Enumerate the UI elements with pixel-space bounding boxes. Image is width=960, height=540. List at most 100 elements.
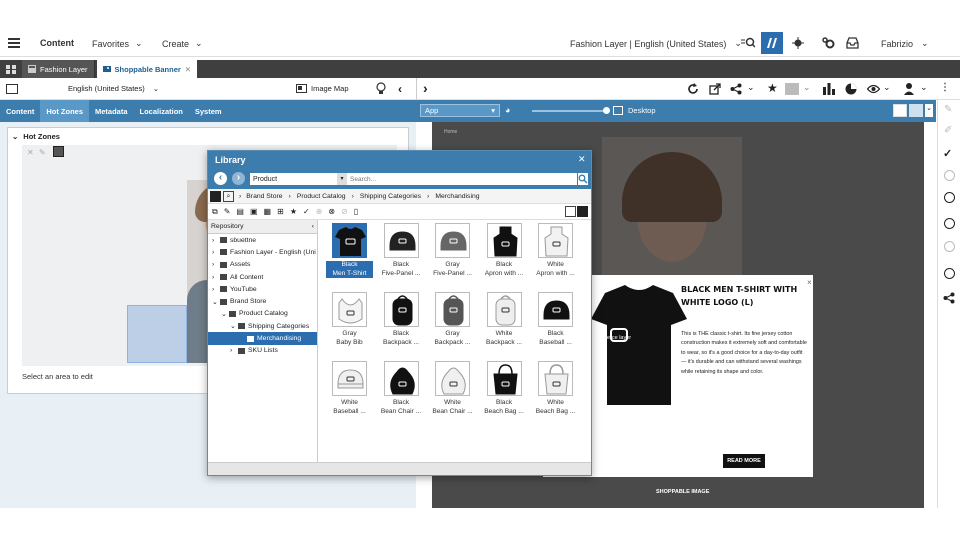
open-external-icon[interactable] xyxy=(709,83,721,95)
reload-icon[interactable] xyxy=(687,83,699,95)
draw-zone-icon[interactable] xyxy=(53,146,64,157)
image-placeholder-icon[interactable] xyxy=(785,83,799,95)
new-folder-icon[interactable]: ▣ xyxy=(250,207,258,216)
hamburger-menu-icon[interactable] xyxy=(8,38,20,48)
tree-item[interactable]: › sbuettne xyxy=(208,234,317,246)
hot-zones-header[interactable]: ⌄ Hot Zones xyxy=(12,132,60,141)
share-network-icon[interactable] xyxy=(730,83,742,95)
zoom-slider-handle[interactable] xyxy=(603,107,610,114)
tree-item[interactable]: › SKU Lists xyxy=(208,345,317,357)
inbox-icon[interactable] xyxy=(846,37,859,49)
breadcrumb-item[interactable]: Brand Store xyxy=(246,193,282,200)
chevron-right-icon[interactable]: › xyxy=(212,249,220,256)
user-menu[interactable]: Fabrizio ⌄ xyxy=(881,38,929,49)
library-toggle-icon[interactable] xyxy=(0,60,22,78)
library-search-input[interactable] xyxy=(347,173,577,185)
copy-icon[interactable]: ⧉ xyxy=(212,207,218,217)
check-icon[interactable]: ✓ xyxy=(303,207,310,216)
tree-item[interactable]: ⌄ Shipping Categories xyxy=(208,320,317,332)
read-more-button[interactable]: READ MORE xyxy=(723,454,765,468)
tree-item[interactable]: › Assets xyxy=(208,259,317,271)
library-item[interactable]: Gray Five-Panel ... xyxy=(429,223,476,287)
back-icon[interactable]: ‹ xyxy=(214,172,227,185)
library-item[interactable]: Black Men T-Shirt xyxy=(326,223,373,287)
chevron-right-icon[interactable]: › xyxy=(230,347,238,354)
edit-off-icon[interactable]: ✐ xyxy=(944,125,952,136)
clipboard-icon[interactable]: ▦ xyxy=(264,207,272,216)
chevron-right-icon[interactable]: › xyxy=(212,274,220,281)
edit-disabled-icon[interactable]: ✎ xyxy=(944,104,952,115)
hot-zone-area[interactable] xyxy=(127,305,187,363)
tree-item[interactable]: › Fashion Layer - English (Uni xyxy=(208,246,317,258)
publish-globe-icon[interactable] xyxy=(944,170,955,181)
grid-view-icon[interactable] xyxy=(577,206,588,217)
tree-item[interactable]: ⌄ Brand Store xyxy=(208,295,317,307)
tab-shoppable-banner[interactable]: Shoppable Banner ✕ xyxy=(96,60,198,78)
chevron-down-icon[interactable]: ⌄ xyxy=(212,298,220,306)
lightbulb-icon[interactable] xyxy=(376,82,386,95)
layout-toggle-icon[interactable] xyxy=(909,104,923,117)
expand-right-icon[interactable]: › xyxy=(423,80,428,96)
chevron-down-icon[interactable]: ⌄ xyxy=(803,82,811,93)
chevron-right-icon[interactable]: › xyxy=(212,261,220,268)
target-icon[interactable] xyxy=(792,37,804,49)
sync-icon[interactable] xyxy=(944,218,955,229)
library-item[interactable]: Black Baseball ... xyxy=(532,292,579,356)
library-header[interactable]: Library ✕ xyxy=(208,151,591,169)
persona-icon[interactable] xyxy=(904,83,916,95)
more-options-icon[interactable]: ⋮ xyxy=(940,82,950,93)
tree-item[interactable]: › All Content xyxy=(208,271,317,283)
search-icon[interactable] xyxy=(578,173,588,185)
new-content-icon[interactable]: ▤ xyxy=(236,207,244,216)
tree-item[interactable]: › YouTube xyxy=(208,283,317,295)
site-selector[interactable]: Fashion Layer | English (United States) ⌄ xyxy=(570,38,742,49)
star-icon[interactable]: ★ xyxy=(767,81,778,95)
library-item[interactable]: Black Bean Chair ... xyxy=(378,361,425,425)
tree-view-icon[interactable] xyxy=(210,190,221,202)
close-tab-icon[interactable]: ✕ xyxy=(185,65,191,74)
library-item[interactable]: Black Backpack ... xyxy=(378,292,425,356)
chevron-down-icon[interactable]: ⌄ xyxy=(747,82,755,93)
tab-content[interactable]: Content xyxy=(0,100,40,122)
settings-icon[interactable] xyxy=(822,37,835,49)
tab-hot-zones[interactable]: Hot Zones xyxy=(40,100,89,122)
edit-zone-icon[interactable]: ✎ xyxy=(39,148,46,157)
library-item[interactable]: Gray Backpack ... xyxy=(429,292,476,356)
type-filter-select[interactable]: Product ▾ xyxy=(250,173,347,185)
split-view-icon[interactable] xyxy=(6,84,18,94)
tree-item[interactable]: ⌄ Product Catalog xyxy=(208,308,317,320)
translate-icon[interactable] xyxy=(944,268,955,279)
breadcrumb-item[interactable]: Product Catalog xyxy=(297,193,346,200)
forward-icon[interactable]: › xyxy=(232,172,245,185)
favorites-menu[interactable]: Favorites ⌄ xyxy=(92,38,143,49)
search-manage-icon[interactable] xyxy=(741,37,755,49)
pie-chart-icon[interactable] xyxy=(845,83,857,95)
preview-mode-select[interactable]: App ▾ xyxy=(420,104,500,117)
library-item[interactable]: Black Apron with ... xyxy=(481,223,528,287)
library-item[interactable]: White Bean Chair ... xyxy=(429,361,476,425)
brand-app-icon[interactable] xyxy=(761,32,783,54)
tree-item[interactable]: Merchandising xyxy=(208,332,317,345)
chevron-right-icon[interactable]: › xyxy=(212,286,220,293)
chevron-down-icon[interactable]: ⌄ xyxy=(925,104,933,117)
edit-icon[interactable]: ✎ xyxy=(224,207,231,216)
collapse-left-icon[interactable]: ‹ xyxy=(398,82,402,96)
library-item[interactable]: White Backpack ... xyxy=(481,292,528,356)
tab-fashion-layer[interactable]: Fashion Layer xyxy=(22,60,95,78)
preview-breadcrumb[interactable]: Home xyxy=(444,129,457,135)
eye-icon[interactable] xyxy=(867,84,880,94)
chevron-down-icon[interactable]: ⌄ xyxy=(883,82,891,93)
chevron-down-icon[interactable]: ⌄ xyxy=(221,310,229,318)
tab-system[interactable]: System xyxy=(189,100,228,122)
breadcrumb-item[interactable]: Merchandising xyxy=(435,193,479,200)
approve-check-icon[interactable]: ✓ xyxy=(943,147,952,160)
zoom-slider[interactable] xyxy=(532,110,608,112)
library-item[interactable]: White Apron with ... xyxy=(532,223,579,287)
chevron-down-icon[interactable]: ⌄ xyxy=(230,322,238,330)
delete-disabled-icon[interactable]: ⊘ xyxy=(341,207,348,216)
star-icon[interactable]: ★ xyxy=(290,207,297,216)
collapse-tree-icon[interactable]: ‹ xyxy=(312,223,314,230)
library-item[interactable]: Black Five-Panel ... xyxy=(378,223,425,287)
list-view-icon[interactable] xyxy=(565,206,576,217)
publish-disabled-icon[interactable]: ⊕ xyxy=(316,207,323,216)
